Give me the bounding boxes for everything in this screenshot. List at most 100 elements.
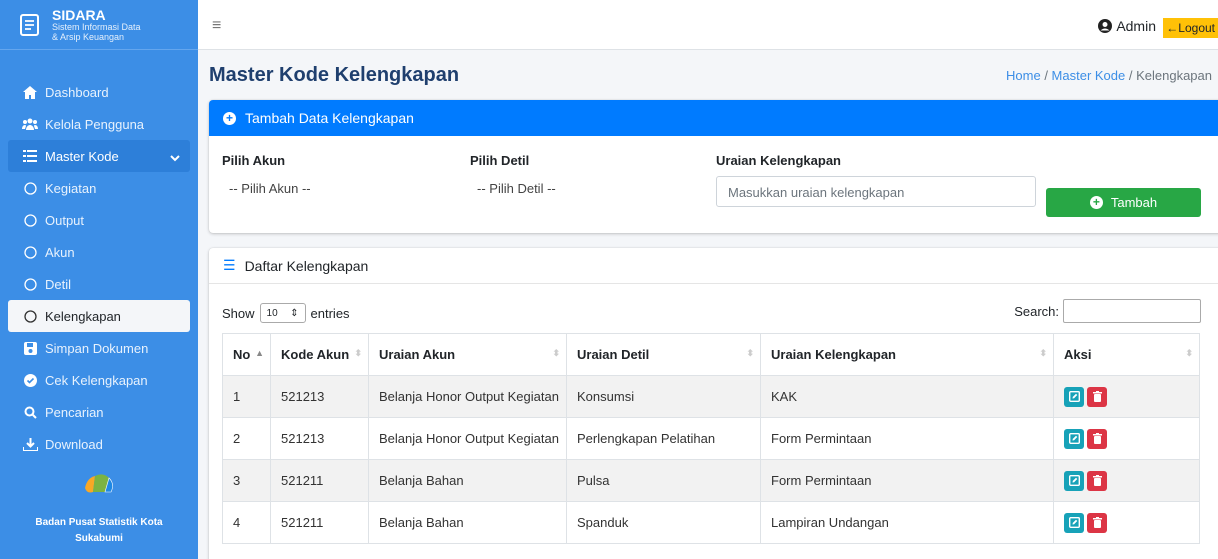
list-title: Daftar Kelengkapan <box>244 257 369 274</box>
delete-button[interactable] <box>1087 428 1107 449</box>
cell-aksi <box>1053 501 1200 544</box>
cell-uraian-akun: Belanja Honor Output Kegiatan <box>368 417 567 460</box>
user-menu[interactable]: Admin <box>1098 18 1156 34</box>
cell-aksi <box>1053 459 1200 502</box>
sidebar-nav: Dashboard Kelola Pengguna Master Kode Ke… <box>0 50 198 460</box>
user-name: Admin <box>1116 18 1156 34</box>
sidebar-item-akun[interactable]: Akun <box>8 236 190 268</box>
edit-icon <box>1068 517 1080 528</box>
sidebar-item-simpan-dokumen[interactable]: Simpan Dokumen <box>8 332 190 364</box>
edit-button[interactable] <box>1064 428 1084 449</box>
cell-uraian-kelengkapan: Form Permintaan <box>760 459 1054 502</box>
sidebar-item-kelola-pengguna[interactable]: Kelola Pengguna <box>8 108 190 140</box>
sidebar-item-master-kode[interactable]: Master Kode <box>8 140 190 172</box>
breadcrumb-home[interactable]: Home <box>1006 68 1041 83</box>
column-header-label: Uraian Akun <box>379 347 456 362</box>
menu-toggle-icon[interactable]: ≡ <box>212 17 221 35</box>
sort-updown-icon: ⇕ <box>290 307 299 319</box>
detil-select[interactable]: -- Pilih Detil -- <box>477 181 556 196</box>
sidebar-item-label: Detil <box>45 276 72 292</box>
circle-icon <box>22 212 38 228</box>
show-label: Show <box>222 305 255 321</box>
sidebar-item-kegiatan[interactable]: Kegiatan <box>8 172 190 204</box>
sidebar-item-label: Output <box>45 212 85 228</box>
breadcrumb-master-kode[interactable]: Master Kode <box>1052 68 1126 83</box>
sidebar-item-label: Dashboard <box>45 84 109 100</box>
sidebar-item-label: Kegiatan <box>45 180 97 196</box>
sidebar-item-dashboard[interactable]: Dashboard <box>8 76 190 108</box>
detil-label: Pilih Detil <box>470 153 530 168</box>
sidebar: SIDARA Sistem Informasi Data & Arsip Keu… <box>0 0 198 559</box>
breadcrumb-current: Kelengkapan <box>1136 68 1212 83</box>
column-uraian-detil[interactable]: Uraian Detil ⬍ <box>566 333 761 376</box>
sidebar-item-pencarian[interactable]: Pencarian <box>8 396 190 428</box>
edit-icon <box>1068 475 1080 486</box>
column-aksi[interactable]: Aksi ⬍ <box>1053 333 1200 376</box>
column-header-label: No <box>233 347 251 362</box>
delete-button[interactable] <box>1087 386 1107 407</box>
add-form-title: Tambah Data Kelengkapan <box>245 110 414 126</box>
delete-button[interactable] <box>1087 512 1107 533</box>
edit-button[interactable] <box>1064 386 1084 407</box>
cell-aksi <box>1053 375 1200 418</box>
trash-icon <box>1092 391 1102 402</box>
user-circle-icon <box>1098 19 1113 33</box>
cell-kode-akun: 521211 <box>270 501 369 544</box>
sidebar-item-download[interactable]: Download <box>8 428 190 460</box>
add-button[interactable]: + Tambah <box>1046 188 1201 217</box>
cell-no: 3 <box>222 459 271 502</box>
page-title: Master Kode Kelengkapan <box>209 64 460 86</box>
logout-button[interactable]: ← Logout <box>1163 18 1218 38</box>
plus-circle-icon: + <box>1089 196 1103 209</box>
column-no[interactable]: No ▲ <box>222 333 271 376</box>
cell-kode-akun: 521211 <box>270 459 369 502</box>
arrow-left-icon: ← <box>1166 21 1179 35</box>
entries-select-value: 10 <box>266 307 278 319</box>
column-header-label: Uraian Kelengkapan <box>771 347 896 362</box>
sidebar-item-detil[interactable]: Detil <box>8 268 190 300</box>
column-uraian-akun[interactable]: Uraian Akun ⬍ <box>368 333 567 376</box>
users-icon <box>22 116 38 132</box>
edit-button[interactable] <box>1064 512 1084 533</box>
sidebar-item-label: Download <box>45 436 103 452</box>
delete-button[interactable] <box>1087 470 1107 491</box>
entries-length: Show 10 ⇕ entries <box>222 303 350 323</box>
column-header-label: Kode Akun <box>281 347 350 362</box>
sidebar-item-label: Pencarian <box>45 404 104 420</box>
sort-asc-icon: ▲ <box>255 348 264 358</box>
list-icon <box>22 148 38 164</box>
cell-uraian-kelengkapan: Form Permintaan <box>760 417 1054 460</box>
sidebar-item-label: Kelola Pengguna <box>45 116 145 132</box>
akun-select[interactable]: -- Pilih Akun -- <box>229 181 311 196</box>
check-circle-icon <box>22 372 38 388</box>
entries-select[interactable]: 10 ⇕ <box>259 303 306 323</box>
sidebar-item-label: Master Kode <box>45 148 119 164</box>
organization-line-2: Sukabumi <box>75 533 123 544</box>
data-table: No ▲ Kode Akun ⬍ Uraian Akun ⬍ Uraian Detil… <box>222 333 1200 544</box>
cell-uraian-detil: Pulsa <box>566 459 761 502</box>
search-input[interactable] <box>1063 299 1201 323</box>
trash-icon <box>1092 517 1102 528</box>
brand-subtitle-2: & Arsip Keuangan <box>52 31 125 42</box>
cell-uraian-detil: Konsumsi <box>566 375 761 418</box>
sidebar-item-label: Akun <box>45 244 75 260</box>
uraian-input[interactable]: Masukkan uraian kelengkapan <box>716 176 1036 207</box>
chevron-down-icon <box>170 150 180 165</box>
column-uraian-kelengkapan[interactable]: Uraian Kelengkapan ⬍ <box>760 333 1054 376</box>
sidebar-item-cek-kelengkapan[interactable]: Cek Kelengkapan <box>8 364 190 396</box>
sidebar-item-output[interactable]: Output <box>8 204 190 236</box>
column-kode-akun[interactable]: Kode Akun ⬍ <box>270 333 369 376</box>
brand[interactable]: SIDARA Sistem Informasi Data & Arsip Keu… <box>0 0 198 50</box>
list-icon: ☰ <box>223 257 236 273</box>
sidebar-item-kelengkapan[interactable]: Kelengkapan <box>8 300 190 332</box>
add-form-card: + Tambah Data Kelengkapan Pilih Akun -- P… <box>209 100 1218 233</box>
document-logo-icon <box>20 13 39 36</box>
download-icon <box>22 436 38 452</box>
plus-circle-icon: + <box>223 111 236 125</box>
add-button-label: Tambah <box>1110 195 1158 210</box>
organization-line-1: Badan Pusat Statistik Kota <box>35 517 163 528</box>
edit-icon <box>1068 433 1080 444</box>
table-row: 3 521211 Belanja Bahan Pulsa Form Permin… <box>222 459 1200 502</box>
edit-button[interactable] <box>1064 470 1084 491</box>
add-form-header: + Tambah Data Kelengkapan <box>209 100 1218 136</box>
